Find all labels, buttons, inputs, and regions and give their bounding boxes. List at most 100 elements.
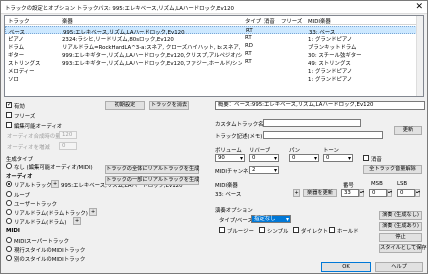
gen-none-label: なし (編集可能オーディオ/MIDI) <box>14 165 93 171</box>
hold-checkbox[interactable] <box>329 227 335 233</box>
midi-other-label: 別のスタイルのMIDIトラック <box>14 257 86 263</box>
real-style-add-button[interactable]: + <box>73 217 81 225</box>
close-icon[interactable]: ✕ <box>415 2 423 12</box>
mute-checkbox[interactable] <box>363 155 369 161</box>
msb-input[interactable]: 0 <box>369 189 387 197</box>
audio-volume-label: オーディオを増減 <box>7 145 50 151</box>
real-style-radio[interactable] <box>6 218 12 224</box>
real-drum-label: リアルドラム(ドラムトラック) <box>14 211 88 217</box>
stop-button[interactable]: 停止 <box>379 233 422 242</box>
freeze-label: フリーズ <box>14 114 36 120</box>
midi-heading: MIDI <box>6 228 20 234</box>
col-midi[interactable]: MIDI楽器 <box>308 17 331 25</box>
table-row[interactable]: ソロ 1: グランドピアノ <box>5 74 423 83</box>
instrument-add-button[interactable]: + <box>293 189 300 197</box>
table-row[interactable]: ストリングス 993:エレキギター,リズム,LAハードロック,Ev120,ファジ… <box>5 58 423 67</box>
msb-spinner[interactable]: ▴▾ <box>387 189 392 197</box>
window-title: トラックの設定とオプション トラックバス: 995:エレキベース,リズム,LAハ… <box>5 6 234 12</box>
loop-radio[interactable] <box>6 191 12 197</box>
custom-name-input[interactable] <box>263 119 361 127</box>
midi-super-radio[interactable] <box>6 237 12 243</box>
save-style-button[interactable]: スタイルとして保存 <box>379 244 427 253</box>
enabled-checkbox[interactable] <box>6 101 12 108</box>
enabled-label: 有効 <box>14 104 25 110</box>
clear-track-button[interactable]: トラックを消去 <box>149 101 189 110</box>
real-drum-add-button[interactable]: + <box>89 208 97 216</box>
update-button[interactable]: 更新 <box>394 126 422 135</box>
lsb-input[interactable]: 0 <box>397 189 415 197</box>
volume-label: ボリューム <box>215 148 242 154</box>
gen-none-radio[interactable] <box>6 163 12 169</box>
tone-select[interactable]: 0 <box>323 154 353 162</box>
mute-label: 消音 <box>371 157 382 163</box>
real-track-radio[interactable] <box>6 181 12 187</box>
audio-volume-input[interactable]: 0 <box>59 142 77 150</box>
simple-checkbox[interactable] <box>259 227 265 233</box>
gen-type-heading: 生成タイプ <box>6 157 33 163</box>
table-scrollbar[interactable] <box>416 16 423 96</box>
reverb-label: リバーブ <box>249 148 271 154</box>
col-instrument[interactable]: 楽器 <box>62 17 73 25</box>
lsb-label: LSB <box>397 181 408 187</box>
simple-label: シンプル <box>267 229 289 235</box>
all-track-volume-button[interactable]: 全トラック音量解除 <box>363 165 422 174</box>
user-track-label: ユーザートラック <box>14 202 58 208</box>
number-input[interactable]: 33 <box>341 189 359 197</box>
table-row[interactable]: ピアノ 2324:ラシヒ,リードリズム,80sロック,Ev120 RT 1: グ… <box>5 34 423 43</box>
track-memo-input[interactable] <box>263 131 383 139</box>
type-select[interactable]: 指定なし <box>251 215 291 223</box>
midi-style-label: 現行スタイルのMIDIトラック <box>14 248 86 254</box>
pan-label: パン <box>289 148 301 154</box>
table-header: トラック 楽器 タイプ 消音 フリーズ MIDI楽器 <box>5 16 423 25</box>
midi-super-label: MIDIスーパートラック <box>14 239 70 245</box>
bluesy-checkbox[interactable] <box>219 227 225 233</box>
col-track[interactable]: トラック <box>8 17 30 25</box>
channel-select[interactable]: 2 <box>249 166 279 174</box>
pan-select[interactable]: 0 <box>289 154 319 162</box>
number-label: 番号 <box>343 183 354 189</box>
midi-style-radio[interactable] <box>6 246 12 252</box>
hold-label: ホールド <box>337 229 359 235</box>
direct-label: ダイレクト <box>301 229 328 235</box>
table-row[interactable]: メロディー 1: グランドピアノ <box>5 66 423 75</box>
gen-whole-button[interactable]: トラックの全体にリアルトラックを生成 <box>105 165 199 174</box>
user-track-radio[interactable] <box>6 200 12 206</box>
audio-heading: オーディオ <box>6 174 33 180</box>
msb-label: MSB <box>371 181 383 187</box>
real-track-add-button[interactable]: + <box>51 180 59 188</box>
channel-label: MIDIチャンネル <box>215 169 254 175</box>
audio-merge-input[interactable]: 120 <box>59 131 77 139</box>
title-bar: トラックの設定とオプション トラックバス: 995:エレキベース,リズム,LAハ… <box>1 1 427 14</box>
col-type[interactable]: タイプ <box>245 17 261 25</box>
help-button[interactable]: ヘルプ <box>375 262 423 272</box>
midi-other-radio[interactable] <box>6 255 12 261</box>
midi-instrument-label: MIDI楽器 <box>215 183 238 189</box>
real-track-label: リアルトラック <box>14 183 52 189</box>
init-button[interactable]: 初期設定 <box>105 101 145 110</box>
real-style-label: リアルドラム(ドラム) <box>14 220 67 226</box>
real-drum-radio[interactable] <box>6 209 12 215</box>
gen-part-button[interactable]: トラックの一部にリアルトラックを生成 <box>105 176 199 185</box>
reverb-select[interactable]: 0 <box>249 154 279 162</box>
table-row[interactable]: ドラム リアルドラム=RockHardLA^3-a:スネア, クローズハイハット… <box>5 42 423 51</box>
lsb-spinner[interactable]: ▴▾ <box>415 189 420 197</box>
direct-checkbox[interactable] <box>293 227 299 233</box>
tone-label: トーン <box>323 148 339 154</box>
instrument-update-button[interactable]: 楽器を更新 <box>303 189 337 197</box>
loop-label: ループ <box>14 193 30 199</box>
table-row[interactable]: ギター 999:エレキギター,リズム,LAハードロック,Ev120,クリスプ,ア… <box>5 50 423 59</box>
perf-no-gen-button[interactable]: 演奏 (生成なし) <box>379 211 422 220</box>
col-freeze[interactable]: フリーズ <box>281 17 302 25</box>
volume-select[interactable]: 90 <box>215 154 245 162</box>
ok-button[interactable]: OK <box>321 262 371 272</box>
perf-gen-button[interactable]: 演奏 (生成あり) <box>379 222 422 231</box>
perf-options-label: 演奏オプション <box>215 208 253 214</box>
table-row[interactable]: ベース 995:エレキベース,リズム,LAハードロック,Ev120 RT 33:… <box>5 26 423 36</box>
col-mute[interactable]: 消音 <box>264 17 275 25</box>
custom-name-label: カスタムトラック名 <box>215 122 264 128</box>
number-spinner[interactable]: ▴▾ <box>359 189 364 197</box>
track-table[interactable]: トラック 楽器 タイプ 消音 フリーズ MIDI楽器 ベース 995:エレキベー… <box>4 15 424 97</box>
bluesy-label: ブルージー <box>227 229 254 235</box>
edit-audio-checkbox[interactable] <box>6 122 12 128</box>
freeze-checkbox[interactable] <box>6 112 12 118</box>
